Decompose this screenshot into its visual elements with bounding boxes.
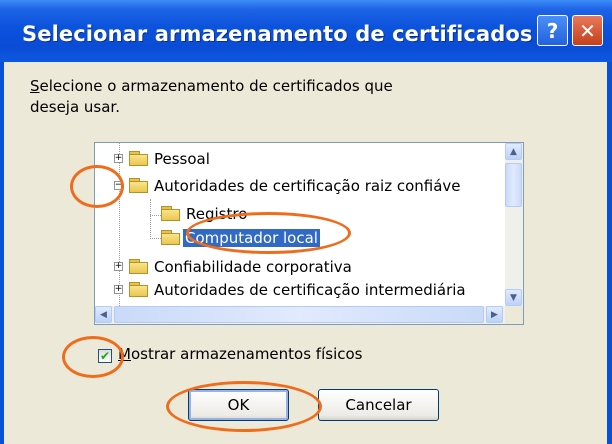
checkbox-accesskey: M xyxy=(118,345,131,363)
tree-item-pessoal[interactable]: + Pessoal xyxy=(114,147,210,170)
help-button[interactable]: ? xyxy=(537,15,568,46)
help-icon: ? xyxy=(546,18,559,43)
tree-item-registro[interactable]: Registro xyxy=(161,202,247,225)
collapse-icon[interactable]: − xyxy=(114,181,123,190)
horizontal-scrollbar[interactable]: ◀ ▶ xyxy=(95,306,505,324)
scrollbar-corner xyxy=(505,306,523,324)
tree-item-label: Confiabilidade corporativa xyxy=(154,257,352,276)
scroll-right-icon[interactable]: ▶ xyxy=(486,306,503,323)
dialog-window: Selecionar armazenamento de certificados… xyxy=(0,0,612,444)
instruction-text: Selecione o armazenamento de certificado… xyxy=(30,76,450,118)
scroll-up-icon[interactable]: ▲ xyxy=(505,143,522,160)
folder-icon xyxy=(129,281,149,298)
folder-icon xyxy=(129,258,149,275)
instruction-accesskey: S xyxy=(30,77,40,95)
tree-item-computador-local[interactable]: Computador local xyxy=(161,226,320,249)
close-icon: ✕ xyxy=(579,18,596,43)
folder-icon xyxy=(161,205,181,222)
instruction-line2: deseja usar. xyxy=(30,98,120,116)
instruction-line1: elecione o armazenamento de certificados… xyxy=(39,77,393,95)
vertical-scrollbar[interactable]: ▲ ▼ xyxy=(505,143,523,307)
tree-item-label: Autoridades de certificação intermediári… xyxy=(154,280,466,299)
tree-item-label: Pessoal xyxy=(154,149,210,168)
expand-icon[interactable]: + xyxy=(114,285,123,294)
tree-item-label: Autoridades de certificação raiz confiáv… xyxy=(154,176,461,195)
expand-icon[interactable]: + xyxy=(114,154,123,163)
dialog-title: Selecionar armazenamento de certificados xyxy=(22,22,533,46)
tree-item-label: Registro xyxy=(186,204,248,223)
tree-item-intermediaria[interactable]: + Autoridades de certificação intermediá… xyxy=(114,278,466,301)
checkbox-label-text: ostrar armazenamentos físicos xyxy=(130,345,363,363)
scroll-left-icon[interactable]: ◀ xyxy=(95,306,112,323)
folder-icon xyxy=(129,150,149,167)
checkmark-icon: ✔ xyxy=(99,349,111,363)
folder-icon xyxy=(161,229,181,246)
show-physical-stores-checkbox[interactable]: ✔ xyxy=(98,349,112,363)
tree-line xyxy=(150,199,151,239)
horizontal-scroll-thumb[interactable] xyxy=(114,306,484,323)
show-physical-stores-label[interactable]: Mostrar armazenamentos físicos xyxy=(118,345,362,363)
title-bar[interactable]: Selecionar armazenamento de certificados… xyxy=(0,0,612,62)
folder-icon xyxy=(129,177,149,194)
vertical-scroll-thumb[interactable] xyxy=(505,163,522,207)
close-button[interactable]: ✕ xyxy=(572,15,603,46)
tree-item-autoridades-raiz[interactable]: − Autoridades de certificação raiz confi… xyxy=(114,174,461,197)
cancel-button[interactable]: Cancelar xyxy=(318,389,439,421)
ok-button[interactable]: OK xyxy=(188,389,289,421)
certificate-store-tree[interactable]: + Pessoal − Autoridades de certificação … xyxy=(94,142,524,325)
tree-item-label-selected: Computador local xyxy=(183,228,320,247)
tree-item-confiabilidade[interactable]: + Confiabilidade corporativa xyxy=(114,255,352,278)
expand-icon[interactable]: + xyxy=(114,262,123,271)
scroll-down-icon[interactable]: ▼ xyxy=(505,289,522,306)
